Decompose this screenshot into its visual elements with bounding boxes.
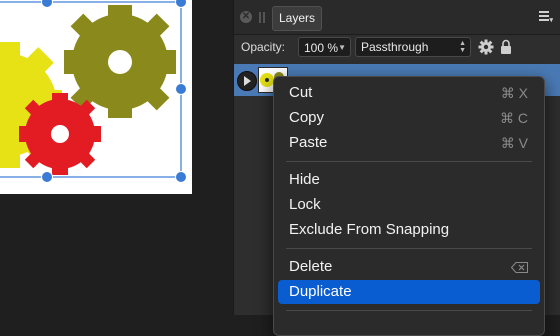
menu-item-lock[interactable]: Lock xyxy=(278,193,540,217)
menu-separator xyxy=(286,161,532,162)
selection-handle-top-middle xyxy=(41,0,53,8)
menu-item-paste[interactable]: Paste ⌘ V xyxy=(278,131,540,155)
panel-menu-icon[interactable]: ▾ xyxy=(539,11,553,24)
menu-item-exclude-from-snapping[interactable]: Exclude From Snapping xyxy=(278,218,540,242)
shortcut-paste: ⌘ V xyxy=(500,135,528,151)
blend-mode-select[interactable]: Passthrough ▲ ▼ xyxy=(355,37,471,57)
tab-layers[interactable]: Layers xyxy=(272,6,323,31)
blend-mode-value: Passthrough xyxy=(361,40,429,54)
selection-handle-bottom-middle xyxy=(41,171,53,183)
lock-icon[interactable] xyxy=(500,39,512,54)
menu-item-duplicate[interactable]: Duplicate xyxy=(278,280,540,304)
shortcut-cut: ⌘ X xyxy=(500,85,528,101)
selection-handle-top-right xyxy=(175,0,187,8)
drag-grip-icon[interactable] xyxy=(259,12,265,23)
opacity-label: Opacity: xyxy=(241,40,286,54)
chevron-down-icon[interactable]: ▼ xyxy=(338,38,346,58)
expand-layer-icon[interactable] xyxy=(237,71,257,91)
panel-header: ✕ Layers ▾ xyxy=(234,0,560,35)
gear-icon[interactable] xyxy=(478,39,494,55)
selection-handle-middle-right xyxy=(175,83,187,95)
menu-item-hide[interactable]: Hide xyxy=(278,168,540,192)
menu-item-cut[interactable]: Cut ⌘ X xyxy=(278,81,540,105)
selection-handle-bottom-right xyxy=(175,171,187,183)
close-icon[interactable]: ✕ xyxy=(240,11,252,23)
selection-box xyxy=(0,0,187,183)
opacity-field[interactable]: 100 % ▼ xyxy=(298,37,351,57)
shortcut-copy: ⌘ C xyxy=(500,110,528,126)
menu-item-copy[interactable]: Copy ⌘ C xyxy=(278,106,540,130)
up-down-arrows-icon: ▲ ▼ xyxy=(459,40,466,54)
context-menu: Cut ⌘ X Copy ⌘ C Paste ⌘ V Hide Lock Exc… xyxy=(273,76,545,336)
menu-separator xyxy=(286,248,532,249)
menu-item-delete[interactable]: Delete xyxy=(278,255,540,279)
opacity-value: 100 % xyxy=(304,41,339,55)
delete-backspace-icon xyxy=(511,262,528,273)
menu-separator xyxy=(286,310,532,311)
opacity-row: Opacity: 100 % ▼ Passthrough ▲ ▼ xyxy=(234,34,560,62)
